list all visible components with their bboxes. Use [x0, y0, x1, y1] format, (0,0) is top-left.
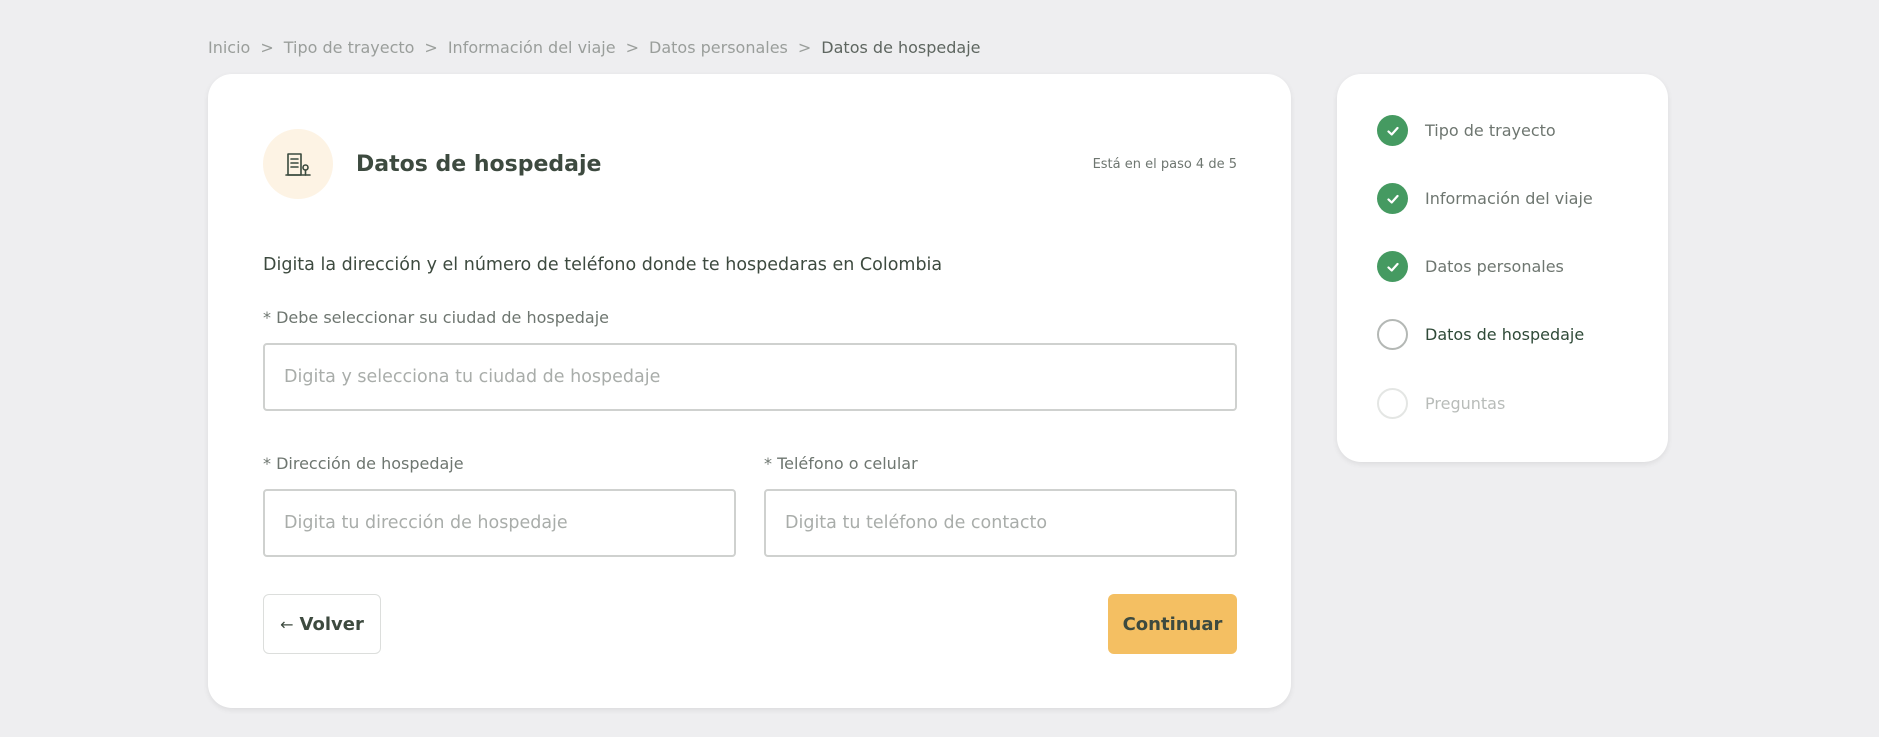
pending-step-circle-icon — [1377, 388, 1408, 419]
step-label: Tipo de trayecto — [1425, 121, 1556, 140]
address-input[interactable] — [263, 489, 736, 557]
step-label: Datos personales — [1425, 257, 1564, 276]
city-input[interactable] — [263, 343, 1237, 411]
breadcrumb-separator: > — [424, 38, 438, 57]
check-icon — [1377, 183, 1408, 214]
step-indicator: Está en el paso 4 de 5 — [1092, 156, 1237, 172]
check-icon — [1377, 115, 1408, 146]
arrow-left-icon: ← — [280, 614, 294, 634]
breadcrumb-current: Datos de hospedaje — [821, 38, 981, 57]
breadcrumb-separator: > — [625, 38, 639, 57]
form-instruction: Digita la dirección y el número de teléf… — [263, 255, 943, 275]
breadcrumb-item-inicio[interactable]: Inicio — [208, 38, 250, 57]
step-item-preguntas: Preguntas — [1377, 388, 1505, 419]
current-step-circle-icon — [1377, 319, 1408, 350]
page-title: Datos de hospedaje — [356, 151, 602, 177]
phone-label: * Teléfono o celular — [764, 454, 918, 473]
city-label: * Debe seleccionar su ciudad de hospedaj… — [263, 308, 609, 327]
address-label: * Dirección de hospedaje — [263, 454, 464, 473]
card-header: Datos de hospedaje Está en el paso 4 de … — [263, 129, 1237, 199]
continue-button[interactable]: Continuar — [1108, 594, 1237, 654]
step-label: Preguntas — [1425, 394, 1506, 413]
breadcrumb-item-tipo-trayecto[interactable]: Tipo de trayecto — [284, 38, 415, 57]
progress-stepper: Tipo de trayecto Información del viaje D… — [1337, 74, 1668, 462]
phone-input[interactable] — [764, 489, 1237, 557]
check-icon — [1377, 251, 1408, 282]
step-label: Información del viaje — [1425, 189, 1593, 208]
breadcrumb-separator: > — [797, 38, 812, 57]
step-item-tipo-trayecto: Tipo de trayecto — [1377, 115, 1556, 146]
building-icon — [263, 129, 333, 199]
step-item-datos-personales: Datos personales — [1377, 251, 1564, 282]
breadcrumb: Inicio > Tipo de trayecto > Información … — [208, 38, 981, 57]
step-label: Datos de hospedaje — [1425, 325, 1585, 344]
back-button[interactable]: ← Volver — [263, 594, 381, 654]
breadcrumb-item-datos-personales[interactable]: Datos personales — [649, 38, 788, 57]
form-card: Datos de hospedaje Está en el paso 4 de … — [208, 74, 1291, 708]
step-item-datos-hospedaje: Datos de hospedaje — [1377, 319, 1584, 350]
breadcrumb-item-informacion-viaje[interactable]: Información del viaje — [448, 38, 616, 57]
breadcrumb-separator: > — [260, 38, 274, 57]
step-item-informacion-viaje: Información del viaje — [1377, 183, 1593, 214]
back-button-label: Volver — [299, 613, 364, 635]
